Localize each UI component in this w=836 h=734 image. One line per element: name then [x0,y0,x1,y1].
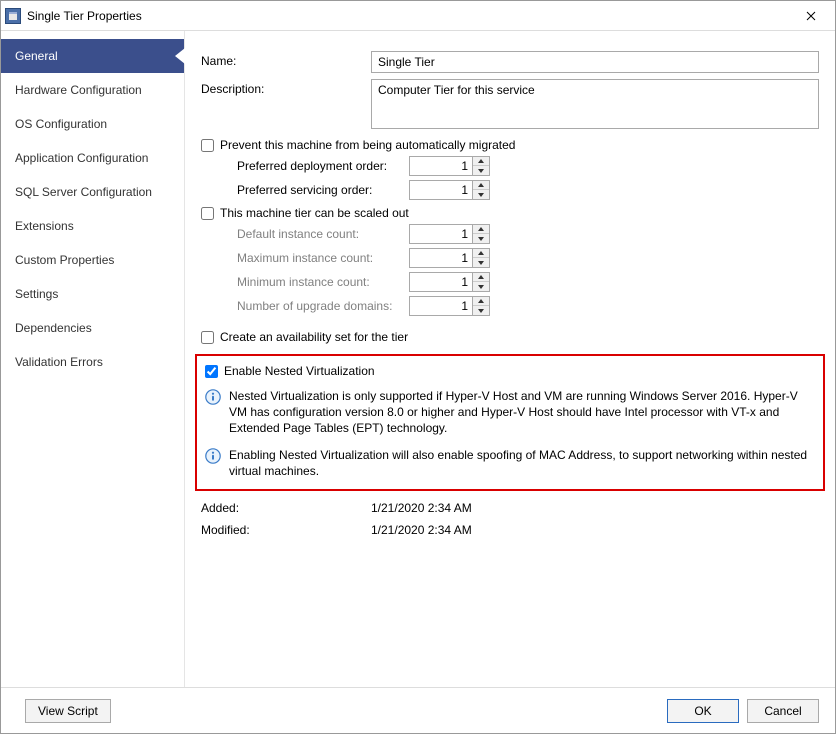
dialog-window: Single Tier Properties General Hardware … [0,0,836,734]
titlebar: Single Tier Properties [1,1,835,31]
min-instance-down [473,282,489,291]
chevron-down-icon [478,309,484,313]
nested-virt-checkbox[interactable] [205,365,218,378]
info-icon [205,389,221,405]
max-instance-up [473,249,489,258]
chevron-down-icon [478,237,484,241]
upgrade-domains-label: Number of upgrade domains: [237,299,409,313]
description-textarea[interactable]: Computer Tier for this service [371,79,819,129]
modified-value: 1/21/2020 2:34 AM [371,521,472,537]
max-instance-stepper [409,248,473,268]
nested-virt-info1: Nested Virtualization is only supported … [229,388,815,437]
sidebar-item-custom-properties[interactable]: Custom Properties [1,243,184,277]
close-button[interactable] [791,2,831,30]
chevron-down-icon [478,261,484,265]
max-instance-down [473,258,489,267]
min-instance-label: Minimum instance count: [237,275,409,289]
modified-label: Modified: [201,521,371,537]
default-instance-label: Default instance count: [237,227,409,241]
chevron-up-icon [478,183,484,187]
info-icon [205,448,221,464]
chevron-down-icon [478,169,484,173]
sidebar-item-application[interactable]: Application Configuration [1,141,184,175]
scale-out-label[interactable]: This machine tier can be scaled out [220,206,409,220]
window-title: Single Tier Properties [27,9,791,23]
sidebar-item-hardware[interactable]: Hardware Configuration [1,73,184,107]
availability-set-checkbox[interactable] [201,331,214,344]
dialog-footer: View Script OK Cancel [1,687,835,733]
dialog-body: General Hardware Configuration OS Config… [1,31,835,687]
added-value: 1/21/2020 2:34 AM [371,499,472,515]
sidebar-item-dependencies[interactable]: Dependencies [1,311,184,345]
chevron-up-icon [478,299,484,303]
min-instance-stepper [409,272,473,292]
view-script-button[interactable]: View Script [25,699,111,723]
sidebar-item-general[interactable]: General [1,39,184,73]
app-icon [5,8,21,24]
main-panel: Name: Description: Computer Tier for thi… [185,31,835,687]
chevron-down-icon [478,193,484,197]
chevron-up-icon [478,159,484,163]
close-icon [806,11,816,21]
sidebar-item-extensions[interactable]: Extensions [1,209,184,243]
sidebar-item-os[interactable]: OS Configuration [1,107,184,141]
description-label: Description: [201,79,371,96]
chevron-up-icon [478,275,484,279]
min-instance-up [473,273,489,282]
preferred-service-up[interactable] [473,181,489,190]
nested-virtualization-highlight: Enable Nested Virtualization Nested Virt… [195,354,825,491]
nested-virt-info2: Enabling Nested Virtualization will also… [229,447,815,479]
sidebar-item-validation-errors[interactable]: Validation Errors [1,345,184,379]
added-label: Added: [201,499,371,515]
default-instance-up [473,225,489,234]
nested-virt-label[interactable]: Enable Nested Virtualization [224,364,375,378]
upgrade-domains-up [473,297,489,306]
preferred-deploy-up[interactable] [473,157,489,166]
chevron-down-icon [478,285,484,289]
chevron-up-icon [478,227,484,231]
name-input[interactable] [371,51,819,73]
ok-button[interactable]: OK [667,699,739,723]
upgrade-domains-down [473,306,489,315]
prevent-migrate-label[interactable]: Prevent this machine from being automati… [220,138,515,152]
preferred-service-down[interactable] [473,190,489,199]
preferred-deploy-stepper[interactable] [409,156,473,176]
max-instance-label: Maximum instance count: [237,251,409,265]
sidebar: General Hardware Configuration OS Config… [1,31,185,687]
default-instance-stepper [409,224,473,244]
name-label: Name: [201,51,371,68]
preferred-deploy-label: Preferred deployment order: [237,159,409,173]
upgrade-domains-stepper [409,296,473,316]
prevent-migrate-checkbox[interactable] [201,139,214,152]
scale-out-checkbox[interactable] [201,207,214,220]
cancel-button[interactable]: Cancel [747,699,819,723]
availability-set-label[interactable]: Create an availability set for the tier [220,330,408,344]
sidebar-item-sqlserver[interactable]: SQL Server Configuration [1,175,184,209]
sidebar-item-settings[interactable]: Settings [1,277,184,311]
preferred-deploy-down[interactable] [473,166,489,175]
preferred-service-label: Preferred servicing order: [237,183,409,197]
preferred-service-stepper[interactable] [409,180,473,200]
default-instance-down [473,234,489,243]
chevron-up-icon [478,251,484,255]
